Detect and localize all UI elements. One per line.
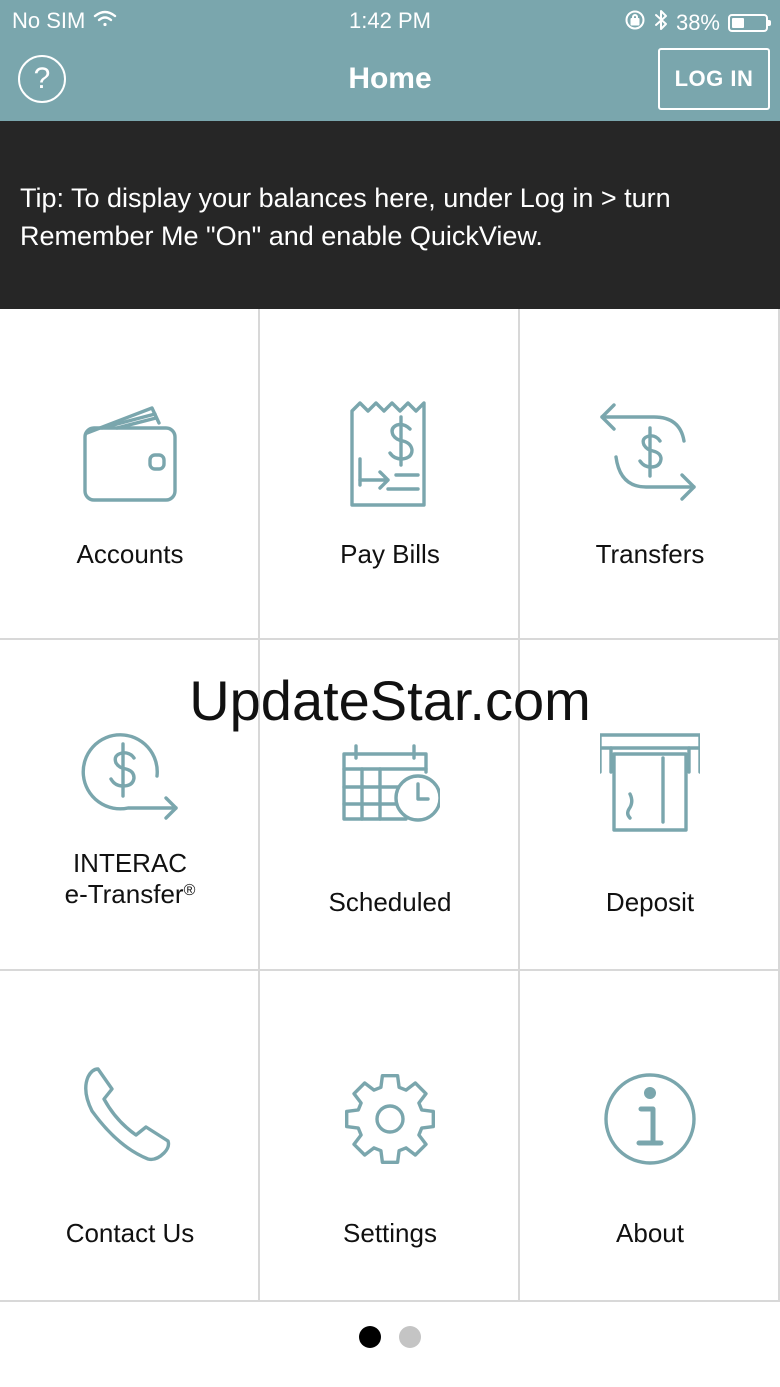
wallet-icon <box>83 406 177 502</box>
tile-scheduled[interactable]: Scheduled <box>260 640 520 971</box>
battery-percent: 38% <box>675 10 720 35</box>
tile-label-line1: INTERAC <box>72 848 188 878</box>
bill-icon <box>350 401 426 507</box>
phone-icon <box>84 1067 171 1162</box>
tile-transfers[interactable]: Transfers <box>520 309 780 640</box>
tile-label-text: e-Transfer <box>64 879 184 909</box>
tip-text: Tip: To display your balances here, unde… <box>20 183 671 251</box>
page-dot-2[interactable] <box>399 1326 421 1348</box>
transfer-icon <box>600 403 696 501</box>
tile-label: INTERAC e-Transfer® <box>0 848 260 910</box>
tile-pay-bills[interactable]: Pay Bills <box>260 309 520 640</box>
tile-label: Scheduled <box>328 887 452 917</box>
tile-label: Contact Us <box>65 1218 195 1248</box>
bluetooth-icon <box>654 8 668 38</box>
page-indicator[interactable] <box>0 1326 780 1350</box>
e-transfer-icon <box>81 733 178 820</box>
tip-banner: Tip: To display your balances here, unde… <box>0 121 780 309</box>
gear-icon <box>345 1074 435 1164</box>
tile-label: Settings <box>343 1218 437 1248</box>
cheque-deposit-icon <box>600 733 700 832</box>
status-bar: No SIM 1:42 PM 38% <box>0 0 780 40</box>
info-icon <box>604 1073 696 1165</box>
tile-settings[interactable]: Settings <box>260 971 520 1302</box>
tile-label: Transfers <box>595 539 705 569</box>
registered-mark: ® <box>183 882 196 899</box>
tile-deposit[interactable]: Deposit <box>520 640 780 971</box>
tile-label: Pay Bills <box>340 539 440 569</box>
gear-outline <box>345 1074 435 1164</box>
menu-grid: Accounts Pay Bills Transfers INTERAC e-T… <box>0 309 780 1311</box>
tile-label: Accounts <box>76 539 184 569</box>
tile-interac-e-transfer[interactable]: INTERAC e-Transfer® <box>0 640 260 971</box>
orientation-lock-icon <box>624 9 646 37</box>
tile-accounts[interactable]: Accounts <box>0 309 260 640</box>
tile-about[interactable]: About <box>520 971 780 1302</box>
tile-label-line2: e-Transfer® <box>0 879 260 910</box>
calendar-clock-icon <box>342 744 440 822</box>
tile-label: About <box>616 1218 684 1248</box>
tile-contact-us[interactable]: Contact Us <box>0 971 260 1302</box>
page-dot-1[interactable] <box>359 1326 381 1348</box>
battery-icon <box>728 14 771 32</box>
tile-label: Deposit <box>605 887 695 917</box>
login-button[interactable]: LOG IN <box>658 48 770 110</box>
nav-bar: ? Home LOG IN <box>0 40 780 121</box>
